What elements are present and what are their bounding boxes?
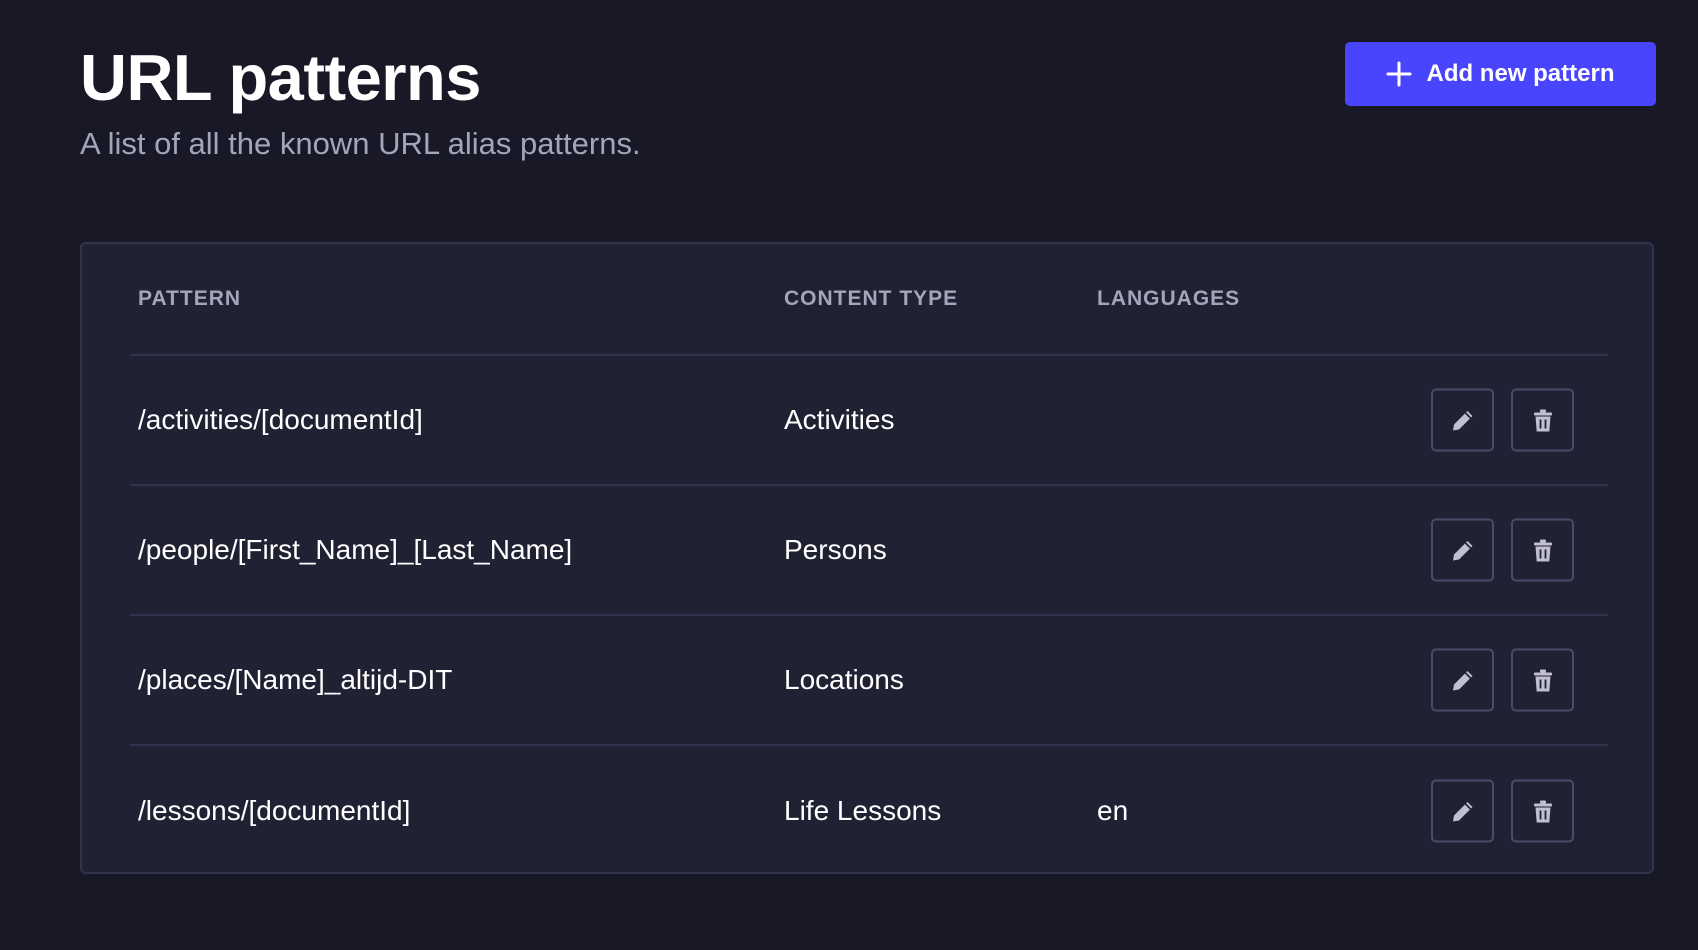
row-actions	[1431, 779, 1574, 843]
pattern-cell: /people/[First_Name]_[Last_Name]	[138, 534, 573, 565]
table-header: Pattern Content type Languages	[130, 244, 1608, 356]
content-type-cell: Locations	[784, 664, 904, 695]
add-new-pattern-label: Add new pattern	[1426, 60, 1615, 87]
edit-button[interactable]	[1431, 518, 1494, 582]
languages-cell: en	[1097, 795, 1129, 826]
page-header: URL patterns A list of all the known URL…	[80, 38, 641, 164]
patterns-table-card: Pattern Content type Languages /activiti…	[80, 242, 1654, 874]
pencil-icon	[1450, 798, 1476, 824]
row-actions	[1431, 648, 1574, 712]
trash-icon	[1530, 537, 1556, 563]
table-row: /people/[First_Name]_[Last_Name] Persons	[130, 486, 1608, 616]
edit-button[interactable]	[1431, 648, 1494, 712]
page-subtitle: A list of all the known URL alias patter…	[80, 126, 641, 161]
column-header-pattern: Pattern	[138, 287, 242, 310]
pattern-cell: /activities/[documentId]	[138, 404, 423, 435]
table-row: /activities/[documentId] Activities	[130, 356, 1608, 486]
pattern-cell: /lessons/[documentId]	[138, 795, 411, 826]
column-header-languages: Languages	[1097, 287, 1241, 310]
content-type-cell: Persons	[784, 534, 887, 565]
content-type-cell: Activities	[784, 404, 895, 435]
delete-button[interactable]	[1511, 648, 1574, 712]
patterns-table: Pattern Content type Languages /activiti…	[130, 244, 1608, 876]
pencil-icon	[1450, 537, 1476, 563]
edit-button[interactable]	[1431, 388, 1494, 452]
column-header-content-type: Content type	[784, 287, 959, 310]
row-actions	[1431, 388, 1574, 452]
page-title: URL patterns	[80, 41, 481, 114]
table-row: /places/[Name]_altijd-DIT Locations	[130, 616, 1608, 746]
table-row: /lessons/[documentId] Life Lessons en	[130, 746, 1608, 876]
pencil-icon	[1450, 407, 1476, 433]
content-type-cell: Life Lessons	[784, 795, 942, 826]
delete-button[interactable]	[1511, 388, 1574, 452]
delete-button[interactable]	[1511, 518, 1574, 582]
trash-icon	[1530, 407, 1556, 433]
pencil-icon	[1450, 667, 1476, 693]
trash-icon	[1530, 798, 1556, 824]
edit-button[interactable]	[1431, 779, 1494, 843]
delete-button[interactable]	[1511, 779, 1574, 843]
row-actions	[1431, 518, 1574, 582]
pattern-cell: /places/[Name]_altijd-DIT	[138, 664, 453, 695]
trash-icon	[1530, 667, 1556, 693]
plus-icon	[1386, 61, 1412, 87]
add-new-pattern-button[interactable]: Add new pattern	[1345, 42, 1656, 106]
